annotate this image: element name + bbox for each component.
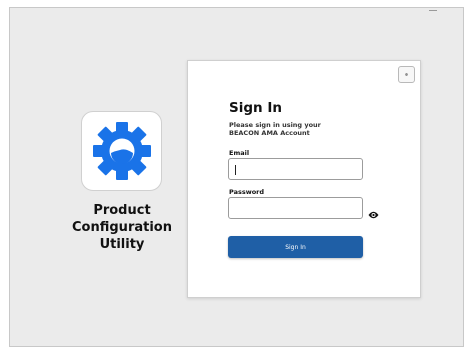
app-logo xyxy=(81,111,162,191)
signin-subtitle-line1: Please sign in using your xyxy=(229,121,321,129)
password-label: Password xyxy=(229,188,265,196)
show-password-button[interactable] xyxy=(368,204,379,219)
signin-subtitle: Please sign in using your BEACON AMA Acc… xyxy=(229,121,369,137)
email-field[interactable] xyxy=(228,158,363,180)
signin-button[interactable]: Sign In xyxy=(228,236,363,258)
minimize-icon[interactable] xyxy=(429,10,437,11)
settings-button[interactable] xyxy=(398,66,415,83)
gear-icon xyxy=(92,122,151,180)
signin-title: Sign In xyxy=(229,100,282,116)
text-caret xyxy=(235,165,236,175)
email-label: Email xyxy=(229,149,250,157)
product-name-line3: Utility xyxy=(99,237,145,252)
password-field[interactable] xyxy=(228,197,363,219)
signin-subtitle-line2: BEACON AMA Account xyxy=(229,129,310,137)
product-name: Product Configuration Utility xyxy=(60,202,184,253)
product-name-line2: Configuration xyxy=(72,220,172,235)
gear-icon xyxy=(405,73,408,76)
window-controls xyxy=(429,10,457,14)
eye-icon xyxy=(368,211,379,219)
product-name-line1: Product xyxy=(93,203,151,218)
